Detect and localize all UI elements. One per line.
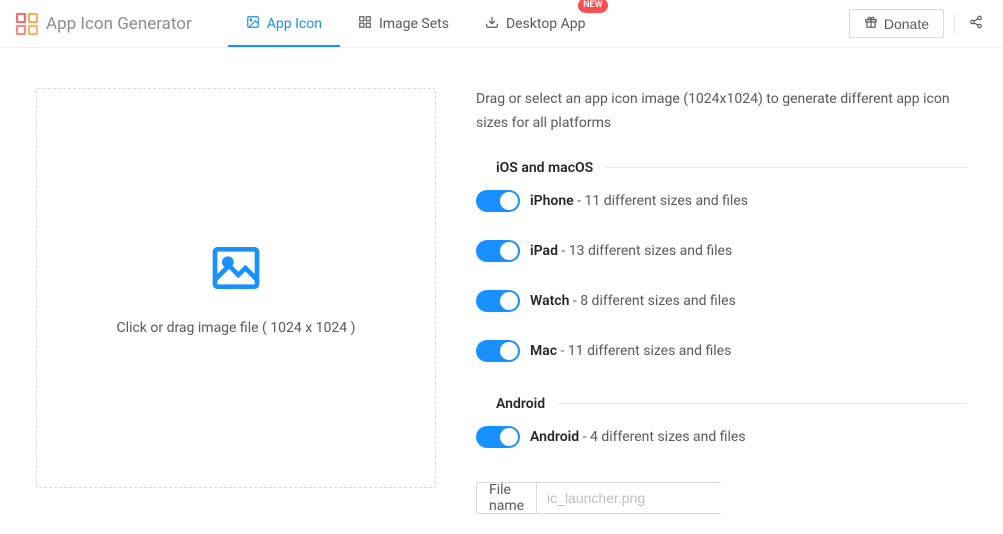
toggle-desc: - 11 different sizes and files xyxy=(574,193,748,209)
share-icon[interactable] xyxy=(965,11,987,37)
toggle-ipad[interactable] xyxy=(476,240,520,262)
dropzone[interactable]: Click or drag image file ( 1024 x 1024 ) xyxy=(36,88,436,488)
section-title: Android xyxy=(476,396,557,412)
new-badge: NEW xyxy=(578,0,607,13)
instruction-text: Drag or select an app icon image (1024x1… xyxy=(476,88,967,136)
toggle-row-ipad: iPad - 13 different sizes and files xyxy=(476,226,967,276)
dropzone-text: Click or drag image file ( 1024 x 1024 ) xyxy=(117,320,356,336)
logo-icon xyxy=(16,13,38,35)
toggle-desc: - 13 different sizes and files xyxy=(558,243,732,259)
toggle-row-android: Android - 4 different sizes and files xyxy=(476,412,967,462)
tab-label: App Icon xyxy=(267,16,322,32)
filename-input[interactable] xyxy=(537,483,738,513)
toggle-label: Mac xyxy=(530,343,557,359)
image-icon xyxy=(246,15,260,33)
tab-label: Image Sets xyxy=(379,16,449,32)
toggle-mac[interactable] xyxy=(476,340,520,362)
toggle-label: iPhone xyxy=(530,193,574,209)
toggle-desc: - 4 different sizes and files xyxy=(579,429,745,445)
filename-row: File name xyxy=(476,482,721,514)
divider xyxy=(954,14,955,34)
toggle-watch[interactable] xyxy=(476,290,520,312)
donate-label: Donate xyxy=(884,16,929,32)
tab-image-sets[interactable]: Image Sets xyxy=(340,0,467,47)
toggle-desc: - 8 different sizes and files xyxy=(569,293,735,309)
image-placeholder-icon xyxy=(208,240,264,300)
gift-icon xyxy=(864,15,878,32)
header-actions: Donate xyxy=(849,9,987,38)
toggle-desc: - 11 different sizes and files xyxy=(557,343,731,359)
tab-desktop-app[interactable]: Desktop App NEW xyxy=(467,0,604,47)
toggle-row-iphone: iPhone - 11 different sizes and files xyxy=(476,176,967,226)
toggle-label: Watch xyxy=(530,293,569,309)
content: Click or drag image file ( 1024 x 1024 )… xyxy=(0,48,1003,534)
section-android: Android Android - 4 different sizes and … xyxy=(476,396,967,462)
toggle-label: iPad xyxy=(530,243,558,259)
toggle-label: Android xyxy=(530,429,579,445)
grid-icon xyxy=(358,15,372,33)
toggle-android[interactable] xyxy=(476,426,520,448)
tab-app-icon[interactable]: App Icon xyxy=(228,0,340,47)
right-panel: Drag or select an app icon image (1024x1… xyxy=(476,88,967,514)
toggle-row-watch: Watch - 8 different sizes and files xyxy=(476,276,967,326)
toggle-iphone[interactable] xyxy=(476,190,520,212)
filename-label: File name xyxy=(477,483,537,513)
app-title: App Icon Generator xyxy=(46,14,192,34)
logo-section[interactable]: App Icon Generator xyxy=(16,13,192,35)
donate-button[interactable]: Donate xyxy=(849,9,944,38)
tab-label: Desktop App xyxy=(506,16,586,32)
nav-tabs: App Icon Image Sets Desktop App NEW xyxy=(228,0,604,47)
toggle-row-mac: Mac - 11 different sizes and files xyxy=(476,326,967,376)
section-ios-macos: iOS and macOS iPhone - 11 different size… xyxy=(476,160,967,376)
section-title: iOS and macOS xyxy=(476,160,605,176)
header: App Icon Generator App Icon Image Sets D… xyxy=(0,0,1003,48)
download-icon xyxy=(485,15,499,33)
